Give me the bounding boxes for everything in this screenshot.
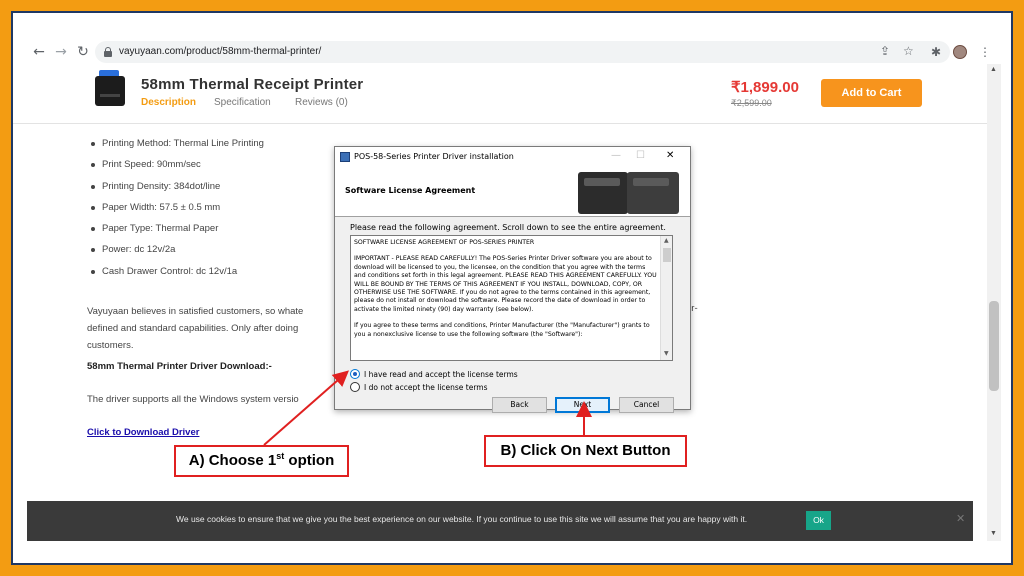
tab-reviews[interactable]: Reviews (0) — [295, 97, 348, 108]
url-text[interactable]: vayuyaan.com/product/58mm-thermal-printe… — [119, 46, 321, 57]
product-price: ₹1,899.00 — [731, 79, 799, 96]
download-heading: 58mm Thermal Printer Driver Download:- — [87, 361, 272, 372]
close-icon[interactable]: ✕ — [666, 150, 674, 161]
scroll-thumb[interactable] — [663, 248, 671, 262]
next-button[interactable]: Next — [555, 397, 610, 413]
minimize-icon[interactable]: — — [611, 150, 621, 161]
back-icon[interactable]: ← — [31, 44, 47, 60]
extensions-icon[interactable]: ✱ — [931, 45, 941, 59]
cancel-button[interactable]: Cancel — [619, 397, 674, 413]
scroll-down-icon[interactable]: ▼ — [664, 350, 669, 357]
maximize-icon[interactable]: ☐ — [636, 150, 645, 161]
list-item: Power: dc 12v/2a — [91, 244, 264, 265]
profile-avatar[interactable] — [953, 45, 967, 59]
reload-icon[interactable]: ↻ — [75, 44, 91, 60]
dialog-instruction: Please read the following agreement. Scr… — [350, 223, 666, 232]
tab-description[interactable]: Description — [141, 97, 196, 108]
callout-text: A) Choose 1 — [188, 452, 277, 469]
add-to-cart-button[interactable]: Add to Cart — [821, 79, 922, 107]
installer-app-icon — [340, 152, 350, 162]
share-icon[interactable]: ⇪ — [880, 44, 890, 58]
scroll-up-icon[interactable]: ▲ — [990, 66, 997, 73]
license-scrollbar[interactable]: ▲ ▼ — [660, 236, 672, 360]
list-item: Printing Method: Thermal Line Printing — [91, 138, 264, 159]
license-paragraph: IMPORTANT - PLEASE READ CAREFULLY! The P… — [354, 255, 657, 313]
license-paragraph: SOFTWARE LICENSE AGREEMENT OF POS-SERIES… — [354, 239, 535, 246]
scroll-up-icon[interactable]: ▲ — [664, 237, 669, 244]
screenshot-frame: ← → ↻ vayuyaan.com/product/58mm-thermal-… — [11, 11, 1013, 565]
cookie-text: We use cookies to ensure that we give yo… — [176, 514, 748, 524]
star-icon[interactable]: ☆ — [903, 44, 914, 58]
close-icon[interactable]: ✕ — [956, 512, 965, 525]
tab-specification[interactable]: Specification — [214, 97, 271, 108]
scroll-thumb[interactable] — [989, 301, 999, 391]
installer-dialog: POS-58-Series Printer Driver installatio… — [334, 146, 691, 413]
cookie-banner: We use cookies to ensure that we give yo… — [27, 501, 973, 541]
list-item: Print Speed: 90mm/sec — [91, 159, 264, 180]
license-paragraph: If you agree to these terms and conditio… — [354, 322, 650, 338]
list-item: Cash Drawer Control: dc 12v/1a — [91, 266, 264, 287]
download-driver-link[interactable]: Click to Download Driver — [87, 427, 199, 438]
driver-support-text: The driver supports all the Windows syst… — [87, 394, 299, 405]
cookie-ok-button[interactable]: Ok — [806, 511, 831, 530]
callout-text: option — [284, 452, 335, 469]
dialog-title: POS-58-Series Printer Driver installatio… — [354, 152, 514, 161]
printer-image — [578, 172, 628, 214]
banner-title: Software License Agreement — [345, 186, 476, 195]
printer-image — [627, 172, 679, 214]
list-item: Paper Type: Thermal Paper — [91, 223, 264, 244]
page-scrollbar[interactable]: ▲ ▼ — [987, 64, 1001, 541]
decline-radio-label[interactable]: I do not accept the license terms — [364, 383, 488, 392]
back-button[interactable]: Back — [492, 397, 547, 413]
callout-choose-option: A) Choose 1st option — [174, 445, 349, 477]
license-text: SOFTWARE LICENSE AGREEMENT OF POS-SERIES… — [354, 239, 658, 347]
dialog-banner: Software License Agreement — [335, 169, 690, 217]
license-textbox[interactable]: SOFTWARE LICENSE AGREEMENT OF POS-SERIES… — [350, 235, 673, 361]
dialog-titlebar[interactable]: POS-58-Series Printer Driver installatio… — [335, 147, 690, 169]
browser-toolbar: ← → ↻ vayuyaan.com/product/58mm-thermal-… — [13, 40, 1011, 64]
product-old-price: ₹2,599.00 — [731, 98, 772, 108]
accept-radio[interactable] — [350, 369, 360, 379]
list-item: Printing Density: 384dot/line — [91, 181, 264, 202]
lock-icon[interactable] — [104, 47, 112, 57]
menu-icon[interactable]: ⋮ — [979, 45, 991, 59]
product-sticky-header: 58mm Thermal Receipt Printer Description… — [13, 64, 987, 124]
forward-icon[interactable]: → — [53, 44, 69, 60]
product-thumbnail[interactable] — [93, 70, 127, 112]
callout-click-next: B) Click On Next Button — [484, 435, 687, 467]
accept-radio-label[interactable]: I have read and accept the license terms — [364, 370, 518, 379]
decline-radio[interactable] — [350, 382, 360, 392]
product-title: 58mm Thermal Receipt Printer — [141, 76, 364, 93]
list-item: Paper Width: 57.5 ± 0.5 mm — [91, 202, 264, 223]
scroll-down-icon[interactable]: ▼ — [990, 530, 997, 537]
address-bar[interactable]: vayuyaan.com/product/58mm-thermal-printe… — [95, 41, 950, 63]
spec-list: Printing Method: Thermal Line Printing P… — [91, 138, 264, 287]
